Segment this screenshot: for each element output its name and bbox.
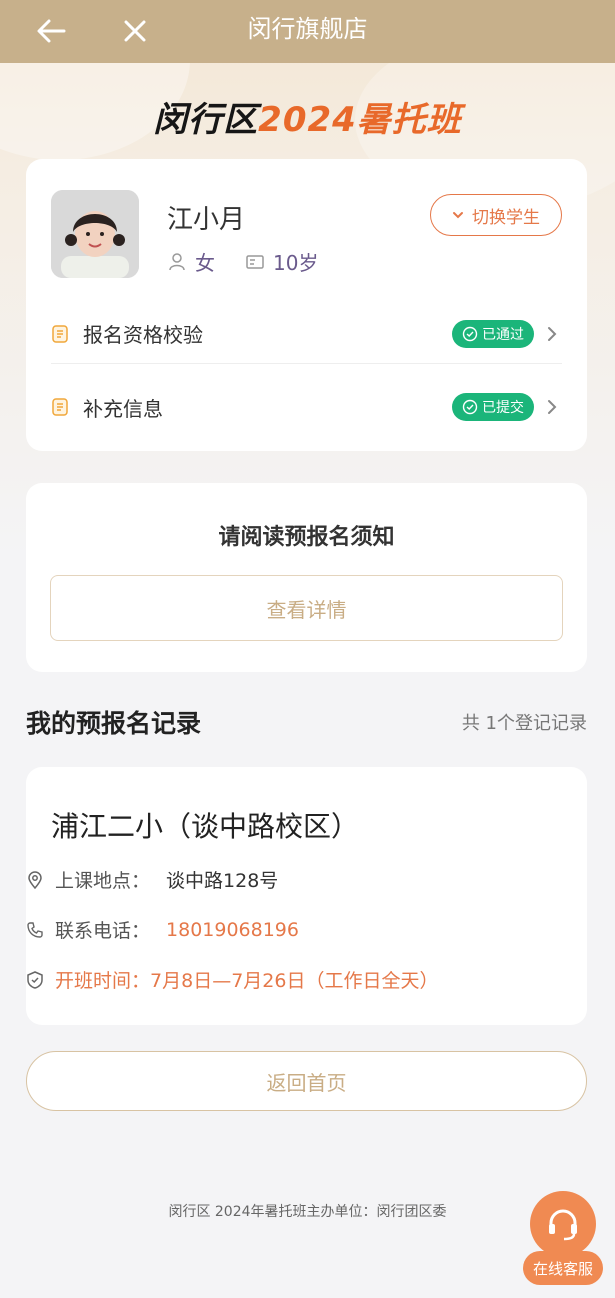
top-bar: 闵行旗舰店: [0, 0, 615, 63]
chevron-right-icon: [548, 326, 557, 341]
student-card: 江小月 女 10岁 切换学生 报名资格校验 已通过 补充信息 已提交: [26, 159, 587, 451]
check-circle-icon: [462, 326, 478, 341]
address-label: 上课地点：: [55, 870, 151, 892]
switch-student-label: 切换学生: [472, 207, 540, 228]
id-card-icon: [246, 254, 264, 269]
chevron-down-icon: [453, 212, 463, 219]
status-badge-text: 已提交: [482, 400, 524, 416]
notice-title: 请阅读预报名须知: [218, 525, 395, 550]
headset-icon: [549, 1209, 577, 1241]
status-badge-text: 已通过: [482, 326, 524, 343]
address-value: 谈中路128号: [166, 870, 279, 892]
footer-organizer: 闵行区 2024年暑托班主办单位：闵行团区委: [168, 1204, 447, 1220]
status-badge: 已提交: [452, 393, 534, 421]
location-pin-icon: [28, 870, 42, 889]
phone-info: 联系电话： 18019068196: [25, 916, 299, 943]
row-label: 补充信息: [83, 396, 163, 421]
page-title: 闵行旗舰店: [247, 15, 368, 43]
student-name: 江小月: [167, 205, 246, 235]
customer-service-button[interactable]: [530, 1191, 596, 1257]
switch-student-button[interactable]: 切换学生: [430, 194, 562, 236]
status-badge: 已通过: [452, 319, 534, 348]
banner-title: 闵行区2024暑托班: [0, 92, 615, 141]
student-meta: 女 10岁: [167, 247, 318, 276]
return-home-button[interactable]: 返回首页: [26, 1051, 587, 1111]
chevron-right-icon: [548, 400, 557, 414]
check-circle-icon: [462, 399, 478, 415]
schedule-value: 7月8日—7月26日（工作日全天）: [150, 970, 439, 992]
row-label: 报名资格校验: [83, 323, 203, 347]
document-icon: [52, 324, 68, 343]
schedule-label: 开班时间：: [55, 970, 151, 992]
document-icon: [52, 398, 68, 416]
supplementary-info-row[interactable]: 补充信息 已提交: [51, 377, 562, 437]
records-header: 我的预报名记录 共 1个登记记录: [26, 702, 587, 742]
view-details-button[interactable]: 查看详情: [50, 575, 563, 641]
phone-icon: [27, 921, 43, 938]
student-gender: 女: [195, 251, 215, 275]
eligibility-check-row[interactable]: 报名资格校验 已通过: [51, 304, 562, 364]
banner-title-prefix: 闵行区: [153, 100, 259, 140]
student-age: 10岁: [273, 251, 319, 275]
avatar: [51, 190, 139, 278]
records-title: 我的预报名记录: [26, 709, 202, 738]
school-name: 浦江二小（谈中路校区）: [51, 810, 360, 843]
address-info: 上课地点： 谈中路128号: [25, 866, 278, 893]
notice-card: 请阅读预报名须知 查看详情: [26, 483, 587, 672]
records-count: 共 1个登记记录: [461, 713, 587, 734]
phone-label: 联系电话：: [55, 920, 151, 942]
phone-number-link[interactable]: 18019068196: [166, 919, 299, 941]
schedule-info: 开班时间： 7月8日—7月26日（工作日全天）: [25, 966, 438, 993]
person-icon: [169, 252, 185, 270]
shield-check-icon: [27, 970, 43, 989]
banner-title-year: 2024暑托班: [258, 100, 462, 140]
customer-service-label[interactable]: 在线客服: [523, 1251, 603, 1285]
